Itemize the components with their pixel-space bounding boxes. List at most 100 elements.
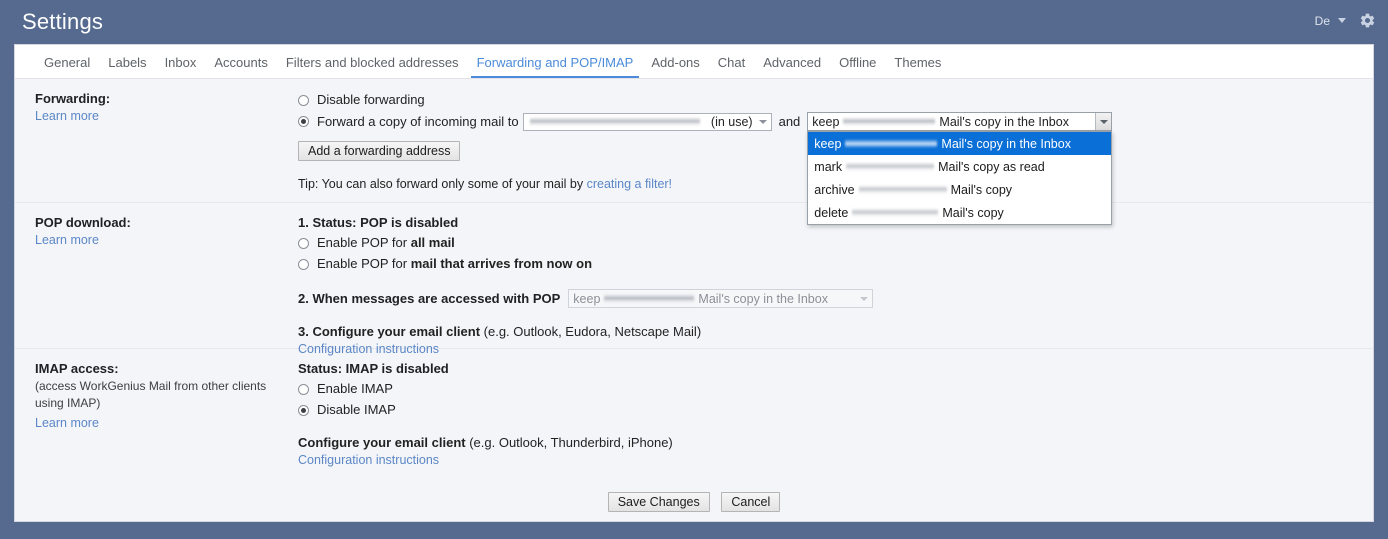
forward-copy-label: Forward a copy of incoming mail to [317,113,519,131]
pop-step2-row: 2. When messages are accessed with POP k… [298,289,1373,308]
redacted-brand-name [852,208,938,217]
option-archive-prefix: archive [814,181,854,199]
pop-step2-label: 2. When messages are accessed with POP [298,291,560,306]
tab-filters-and-blocked-addresses[interactable]: Filters and blocked addresses [277,56,468,78]
pop-section-controls: 1. Status: POP is disabled Enable POP fo… [297,215,1373,336]
redacted-brand-name [604,294,694,303]
save-changes-button[interactable]: Save Changes [608,492,710,512]
imap-section-labels: IMAP access: (access WorkGenius Mail fro… [15,361,297,467]
disable-forwarding-radio[interactable] [298,95,309,106]
pop-step3-examples: (e.g. Outlook, Eudora, Netscape Mail) [480,324,701,339]
redacted-brand-name [845,139,937,148]
form-actions: Save Changes Cancel [15,479,1373,512]
page-title: Settings [22,9,103,35]
tab-labels[interactable]: Labels [99,56,155,78]
tab-offline[interactable]: Offline [830,56,885,78]
chevron-down-icon[interactable] [1338,18,1346,23]
pop-step3-label: 3. Configure your email client [298,324,480,339]
option-archive-suffix: Mail's copy [951,181,1012,199]
imap-configure-examples: (e.g. Outlook, Thunderbird, iPhone) [466,435,673,450]
forward-copy-radio[interactable] [298,116,309,127]
tab-themes[interactable]: Themes [885,56,950,78]
forwarding-section: Forwarding: Learn more Disable forwardin… [15,79,1373,203]
selected-action-suffix: Mail's copy in the Inbox [939,113,1069,131]
enable-pop-all-mail-label: Enable POP for all mail [317,234,455,252]
app-header: Settings De [0,0,1388,46]
tab-advanced[interactable]: Advanced [754,56,830,78]
gear-icon[interactable] [1359,12,1376,29]
pop-section-labels: POP download: Learn more [15,215,297,336]
pop-config-link-wrap: Configuration instructions [298,341,1373,356]
chevron-down-icon [860,297,868,301]
tab-chat[interactable]: Chat [709,56,754,78]
forwarding-address-inuse: (in use) [711,113,753,131]
cancel-button[interactable]: Cancel [721,492,780,512]
imap-configuration-instructions-link[interactable]: Configuration instructions [298,453,439,467]
chevron-down-icon [1100,120,1108,124]
tab-add-ons[interactable]: Add-ons [642,56,708,78]
imap-configure-label: Configure your email client [298,435,466,450]
pop-step3-row: 3. Configure your email client (e.g. Out… [298,324,1373,339]
forward-copy-row[interactable]: Forward a copy of incoming mail to (in u… [298,112,1373,131]
option-keep-prefix: keep [814,135,841,153]
settings-tabs: General Labels Inbox Accounts Filters an… [15,45,1373,79]
language-label[interactable]: De [1315,14,1330,28]
disable-imap-row[interactable]: Disable IMAP [298,401,1373,419]
pop-configuration-instructions-link[interactable]: Configuration instructions [298,342,439,356]
forwarding-action-combobox[interactable]: keep Mail's copy in the Inbox keep Mail'… [807,112,1112,131]
disable-imap-label: Disable IMAP [317,401,396,419]
imap-section-controls: Status: IMAP is disabled Enable IMAP Dis… [297,361,1373,467]
redacted-brand-name [846,162,934,171]
enable-pop-all-mail-radio[interactable] [298,238,309,249]
enable-pop-new-mail-row[interactable]: Enable POP for mail that arrives from no… [298,255,1373,273]
forwarding-action-selected-value[interactable]: keep Mail's copy in the Inbox [807,112,1112,131]
option-keep-suffix: Mail's copy in the Inbox [941,135,1071,153]
combobox-toggle-button[interactable] [1095,113,1111,130]
add-forwarding-address-button[interactable]: Add a forwarding address [298,141,460,161]
disable-forwarding-row[interactable]: Disable forwarding [298,91,1373,109]
pop-learn-more-link[interactable]: Learn more [35,233,99,247]
creating-a-filter-link[interactable]: creating a filter! [587,177,672,191]
option-keep[interactable]: keep Mail's copy in the Inbox [808,132,1111,155]
imap-learn-more-link[interactable]: Learn more [35,416,99,430]
option-mark-suffix: Mail's copy as read [938,158,1045,176]
option-mark-as-read[interactable]: mark Mail's copy as read [808,155,1111,178]
pop-action-prefix: keep [573,292,600,306]
enable-pop-new-mail-radio[interactable] [298,259,309,270]
pop-access-action-select[interactable]: keep Mail's copy in the Inbox [568,289,873,308]
disable-imap-radio[interactable] [298,405,309,416]
imap-status: Status: IMAP is disabled [298,361,1373,376]
enable-imap-label: Enable IMAP [317,380,393,398]
option-mark-prefix: mark [814,158,842,176]
tab-inbox[interactable]: Inbox [156,56,206,78]
header-actions: De [1315,12,1376,29]
imap-note: (access WorkGenius Mail from other clien… [35,378,285,412]
forwarding-address-select[interactable]: (in use) [523,113,772,131]
tab-forwarding-and-pop-imap[interactable]: Forwarding and POP/IMAP [468,56,643,78]
enable-pop-all-mail-row[interactable]: Enable POP for all mail [298,234,1373,252]
forwarding-section-labels: Forwarding: Learn more [15,91,297,190]
pop-title: POP download: [35,215,297,230]
imap-access-section: IMAP access: (access WorkGenius Mail fro… [15,349,1373,479]
imap-configure-row: Configure your email client (e.g. Outloo… [298,435,1373,450]
forwarding-section-controls: Disable forwarding Forward a copy of inc… [297,91,1373,190]
enable-imap-radio[interactable] [298,384,309,395]
and-conjunction: and [779,113,801,131]
forwarding-action-options-list: keep Mail's copy in the Inbox mark Mail'… [807,131,1112,225]
redacted-brand-name [859,185,947,194]
pop-download-section: POP download: Learn more 1. Status: POP … [15,203,1373,349]
option-delete[interactable]: delete Mail's copy [808,201,1111,224]
redacted-brand-name [843,117,935,126]
tab-general[interactable]: General [35,56,99,78]
imap-config-link-wrap: Configuration instructions [298,452,1373,467]
pop-action-suffix: Mail's copy in the Inbox [698,292,828,306]
chevron-down-icon [759,120,767,124]
option-archive[interactable]: archive Mail's copy [808,178,1111,201]
enable-pop-new-mail-label: Enable POP for mail that arrives from no… [317,255,592,273]
option-delete-suffix: Mail's copy [942,204,1003,222]
tab-accounts[interactable]: Accounts [205,56,276,78]
disable-forwarding-label: Disable forwarding [317,91,425,109]
redacted-email-address [530,117,700,126]
enable-imap-row[interactable]: Enable IMAP [298,380,1373,398]
forwarding-learn-more-link[interactable]: Learn more [35,109,99,123]
